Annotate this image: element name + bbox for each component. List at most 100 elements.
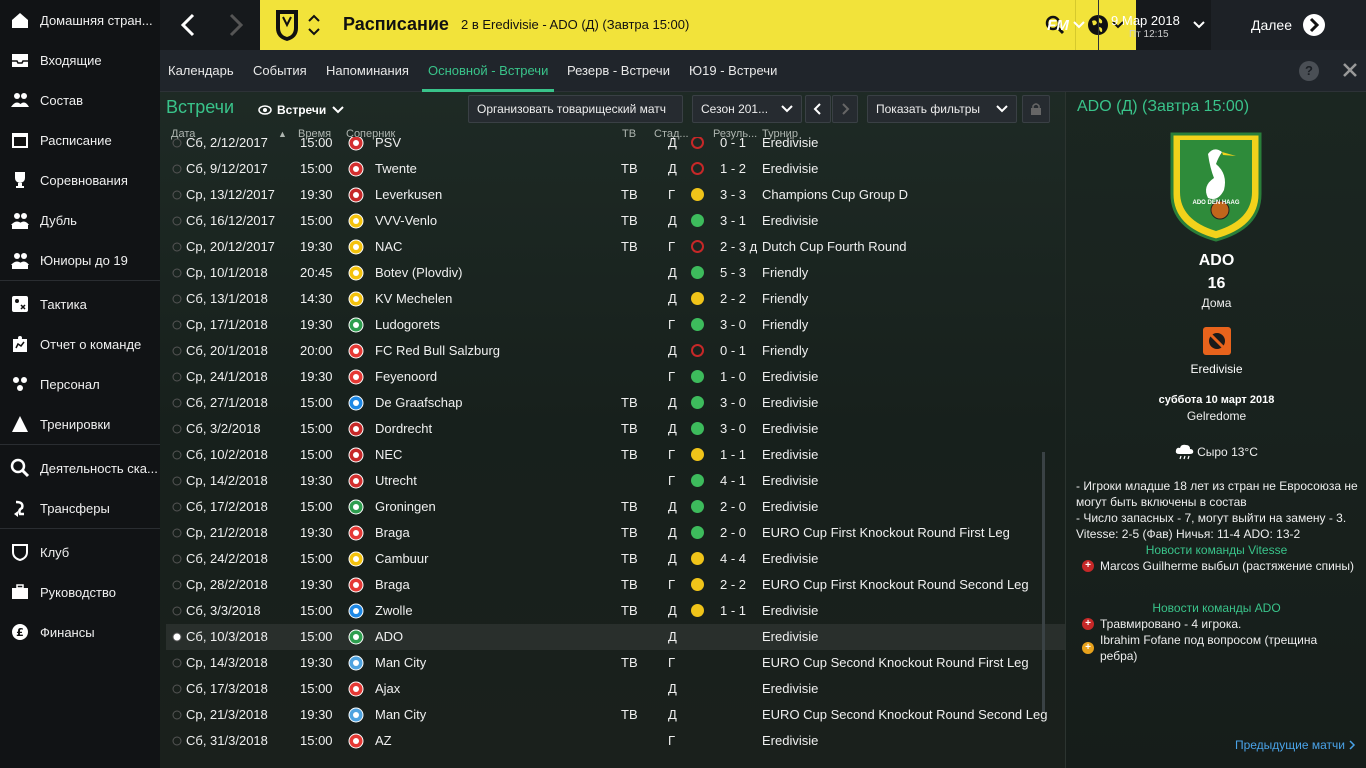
competition-name[interactable]: Friendly bbox=[762, 260, 808, 286]
match-row[interactable]: Сб, 17/3/2018 15:00 Ajax Д Eredivisie bbox=[166, 676, 1065, 702]
opponent-name[interactable]: FC Red Bull Salzburg bbox=[375, 338, 500, 364]
row-select-radio[interactable] bbox=[172, 650, 182, 677]
competition-name[interactable]: Eredivisie bbox=[1066, 362, 1366, 376]
match-row[interactable]: Ср, 24/1/2018 19:30 Feyenoord Г 1 - 0 Eredivi… bbox=[166, 364, 1065, 390]
row-select-radio[interactable] bbox=[172, 442, 182, 469]
match-result[interactable]: 0 - 1 bbox=[720, 137, 746, 156]
row-select-radio[interactable] bbox=[172, 137, 182, 157]
match-row[interactable]: Сб, 3/3/2018 15:00 Zwolle ТВ Д 1 - 1 Eredivisi… bbox=[166, 598, 1065, 624]
competition-name[interactable]: Eredivisie bbox=[762, 442, 818, 468]
stadium-name[interactable]: Gelredome bbox=[1066, 409, 1366, 423]
match-result[interactable]: 2 - 0 bbox=[720, 520, 746, 546]
sidebar-item-squad[interactable]: Состав bbox=[0, 80, 160, 120]
lock-button[interactable] bbox=[1022, 95, 1050, 123]
opponent-name[interactable]: Botev (Plovdiv) bbox=[375, 260, 462, 286]
previous-matches-link[interactable]: Предыдущие матчи bbox=[1235, 738, 1356, 752]
match-result[interactable]: 5 - 3 bbox=[720, 260, 746, 286]
switch-team-button[interactable] bbox=[306, 12, 322, 38]
sidebar-item-scouting[interactable]: Деятельность ска... bbox=[0, 448, 160, 488]
match-row[interactable]: Ср, 21/2/2018 19:30 Braga ТВ Д 2 - 0 EURO Cup … bbox=[166, 520, 1065, 546]
tab-events[interactable]: События bbox=[253, 50, 307, 92]
row-select-radio[interactable] bbox=[172, 520, 182, 547]
opponent-name[interactable]: Groningen bbox=[375, 494, 436, 520]
opponent-name[interactable]: KV Mechelen bbox=[375, 286, 452, 312]
match-result[interactable]: 2 - 3 д bbox=[720, 234, 757, 260]
fm-menu-button[interactable]: FM bbox=[1036, 0, 1096, 50]
row-select-radio[interactable] bbox=[172, 312, 182, 339]
match-result[interactable]: 1 - 0 bbox=[720, 364, 746, 390]
sidebar-item-club[interactable]: Клуб bbox=[0, 532, 160, 572]
tab-reserve-matches[interactable]: Резерв - Встречи bbox=[567, 50, 670, 92]
sidebar-item-home[interactable]: Домашняя стран... bbox=[0, 0, 160, 40]
continue-button[interactable]: Далее bbox=[1211, 0, 1366, 50]
competition-name[interactable]: EURO Cup Second Knockout Round Second Le… bbox=[762, 702, 1047, 728]
opponent-name[interactable]: AZ bbox=[375, 728, 392, 754]
competition-name[interactable]: Eredivisie bbox=[762, 546, 818, 572]
competition-name[interactable]: Friendly bbox=[762, 312, 808, 338]
match-row[interactable]: Сб, 16/12/2017 15:00 VVV-Venlo ТВ Д 3 - 1 Ered… bbox=[166, 208, 1065, 234]
previous-season-button[interactable] bbox=[805, 95, 831, 123]
sidebar-item-u19-team[interactable]: Юниоры до 19 bbox=[0, 240, 160, 280]
match-row[interactable]: Ср, 21/3/2018 19:30 Man City ТВ Д EURO Cup Se… bbox=[166, 702, 1065, 728]
row-select-radio[interactable] bbox=[172, 208, 182, 235]
next-season-button[interactable] bbox=[832, 95, 858, 123]
match-row[interactable]: Сб, 27/1/2018 15:00 De Graafschap ТВ Д 3 - 0 E… bbox=[166, 390, 1065, 416]
match-result[interactable]: 3 - 0 bbox=[720, 390, 746, 416]
sidebar-item-finances[interactable]: £ Финансы bbox=[0, 612, 160, 652]
opponent-crest-icon[interactable] bbox=[348, 728, 364, 758]
opponent-name[interactable]: Cambuur bbox=[375, 546, 428, 572]
match-row[interactable]: Сб, 31/3/2018 15:00 AZ Г Eredivisie bbox=[166, 728, 1065, 754]
sidebar-item-transfers[interactable]: Трансферы bbox=[0, 488, 160, 528]
ado-crest-icon[interactable]: ADO DEN HAAG bbox=[1168, 130, 1264, 242]
match-row[interactable]: Сб, 3/2/2018 15:00 Dordrecht ТВ Д 3 - 0 Erediv… bbox=[166, 416, 1065, 442]
next-match-info[interactable]: 2 в Eredivisie - ADO (Д) (Завтра 15:00) bbox=[461, 17, 689, 32]
opponent-name[interactable]: Twente bbox=[375, 156, 417, 182]
row-select-radio[interactable] bbox=[172, 572, 182, 599]
opponent-name[interactable]: De Graafschap bbox=[375, 390, 462, 416]
match-result[interactable]: 2 - 2 bbox=[720, 286, 746, 312]
match-row[interactable]: Сб, 13/1/2018 14:30 KV Mechelen Д 2 - 2 Frien… bbox=[166, 286, 1065, 312]
back-button[interactable] bbox=[164, 0, 212, 50]
row-select-radio[interactable] bbox=[172, 546, 182, 573]
sidebar-item-board[interactable]: Руководство bbox=[0, 572, 160, 612]
row-select-radio[interactable] bbox=[172, 728, 182, 755]
opponent-name[interactable]: VVV-Venlo bbox=[375, 208, 437, 234]
opponent-name[interactable]: PSV bbox=[375, 137, 401, 156]
competition-name[interactable]: Friendly bbox=[762, 286, 808, 312]
row-select-radio[interactable] bbox=[172, 182, 182, 209]
match-result[interactable]: 2 - 0 bbox=[720, 494, 746, 520]
next-match-title[interactable]: ADO (Д) (Завтра 15:00) bbox=[1077, 98, 1249, 116]
view-dropdown[interactable]: Встречи bbox=[258, 100, 344, 120]
opponent-name[interactable]: Feyenoord bbox=[375, 364, 437, 390]
match-result[interactable]: 3 - 0 bbox=[720, 312, 746, 338]
row-select-radio[interactable] bbox=[172, 702, 182, 729]
row-select-radio[interactable] bbox=[172, 676, 182, 703]
sidebar-item-inbox[interactable]: Входящие bbox=[0, 40, 160, 80]
match-row[interactable]: Сб, 20/1/2018 20:00 FC Red Bull Salzburg Д 0… bbox=[166, 338, 1065, 364]
opponent-name[interactable]: Zwolle bbox=[375, 598, 413, 624]
row-select-radio[interactable] bbox=[172, 338, 182, 365]
competition-name[interactable]: EURO Cup First Knockout Round Second Leg bbox=[762, 572, 1029, 598]
match-row[interactable]: Ср, 13/12/2017 19:30 Leverkusen ТВ Г 3 - 3 Cha… bbox=[166, 182, 1065, 208]
match-row[interactable]: Сб, 24/2/2018 15:00 Cambuur ТВ Д 4 - 4 Eredivi… bbox=[166, 546, 1065, 572]
opponent-name[interactable]: Leverkusen bbox=[375, 182, 442, 208]
match-row[interactable]: Сб, 2/12/2017 15:00 PSV Д 0 - 1 Eredivisie bbox=[166, 137, 1065, 156]
eredivisie-logo-icon[interactable] bbox=[1202, 326, 1232, 356]
competition-name[interactable]: Eredivisie bbox=[762, 728, 818, 754]
row-select-radio[interactable] bbox=[172, 234, 182, 261]
match-result[interactable]: 1 - 1 bbox=[720, 442, 746, 468]
row-select-radio[interactable] bbox=[172, 416, 182, 443]
opponent-name[interactable]: Utrecht bbox=[375, 468, 417, 494]
row-select-radio[interactable] bbox=[172, 286, 182, 313]
row-select-radio[interactable] bbox=[172, 390, 182, 417]
opponent-name[interactable]: Man City bbox=[375, 650, 426, 676]
match-row[interactable]: Сб, 9/12/2017 15:00 Twente ТВ Д 1 - 2 Eredivis… bbox=[166, 156, 1065, 182]
competition-name[interactable]: Eredivisie bbox=[762, 598, 818, 624]
match-result[interactable]: 4 - 1 bbox=[720, 468, 746, 494]
competition-name[interactable]: Eredivisie bbox=[762, 468, 818, 494]
match-result[interactable]: 1 - 2 bbox=[720, 156, 746, 182]
date-display[interactable]: 9 Мар 2018 Пт 12:15 bbox=[1098, 0, 1208, 50]
opponent-name[interactable]: Dordrecht bbox=[375, 416, 432, 442]
match-result[interactable]: 3 - 0 bbox=[720, 416, 746, 442]
row-select-radio[interactable] bbox=[172, 598, 182, 625]
